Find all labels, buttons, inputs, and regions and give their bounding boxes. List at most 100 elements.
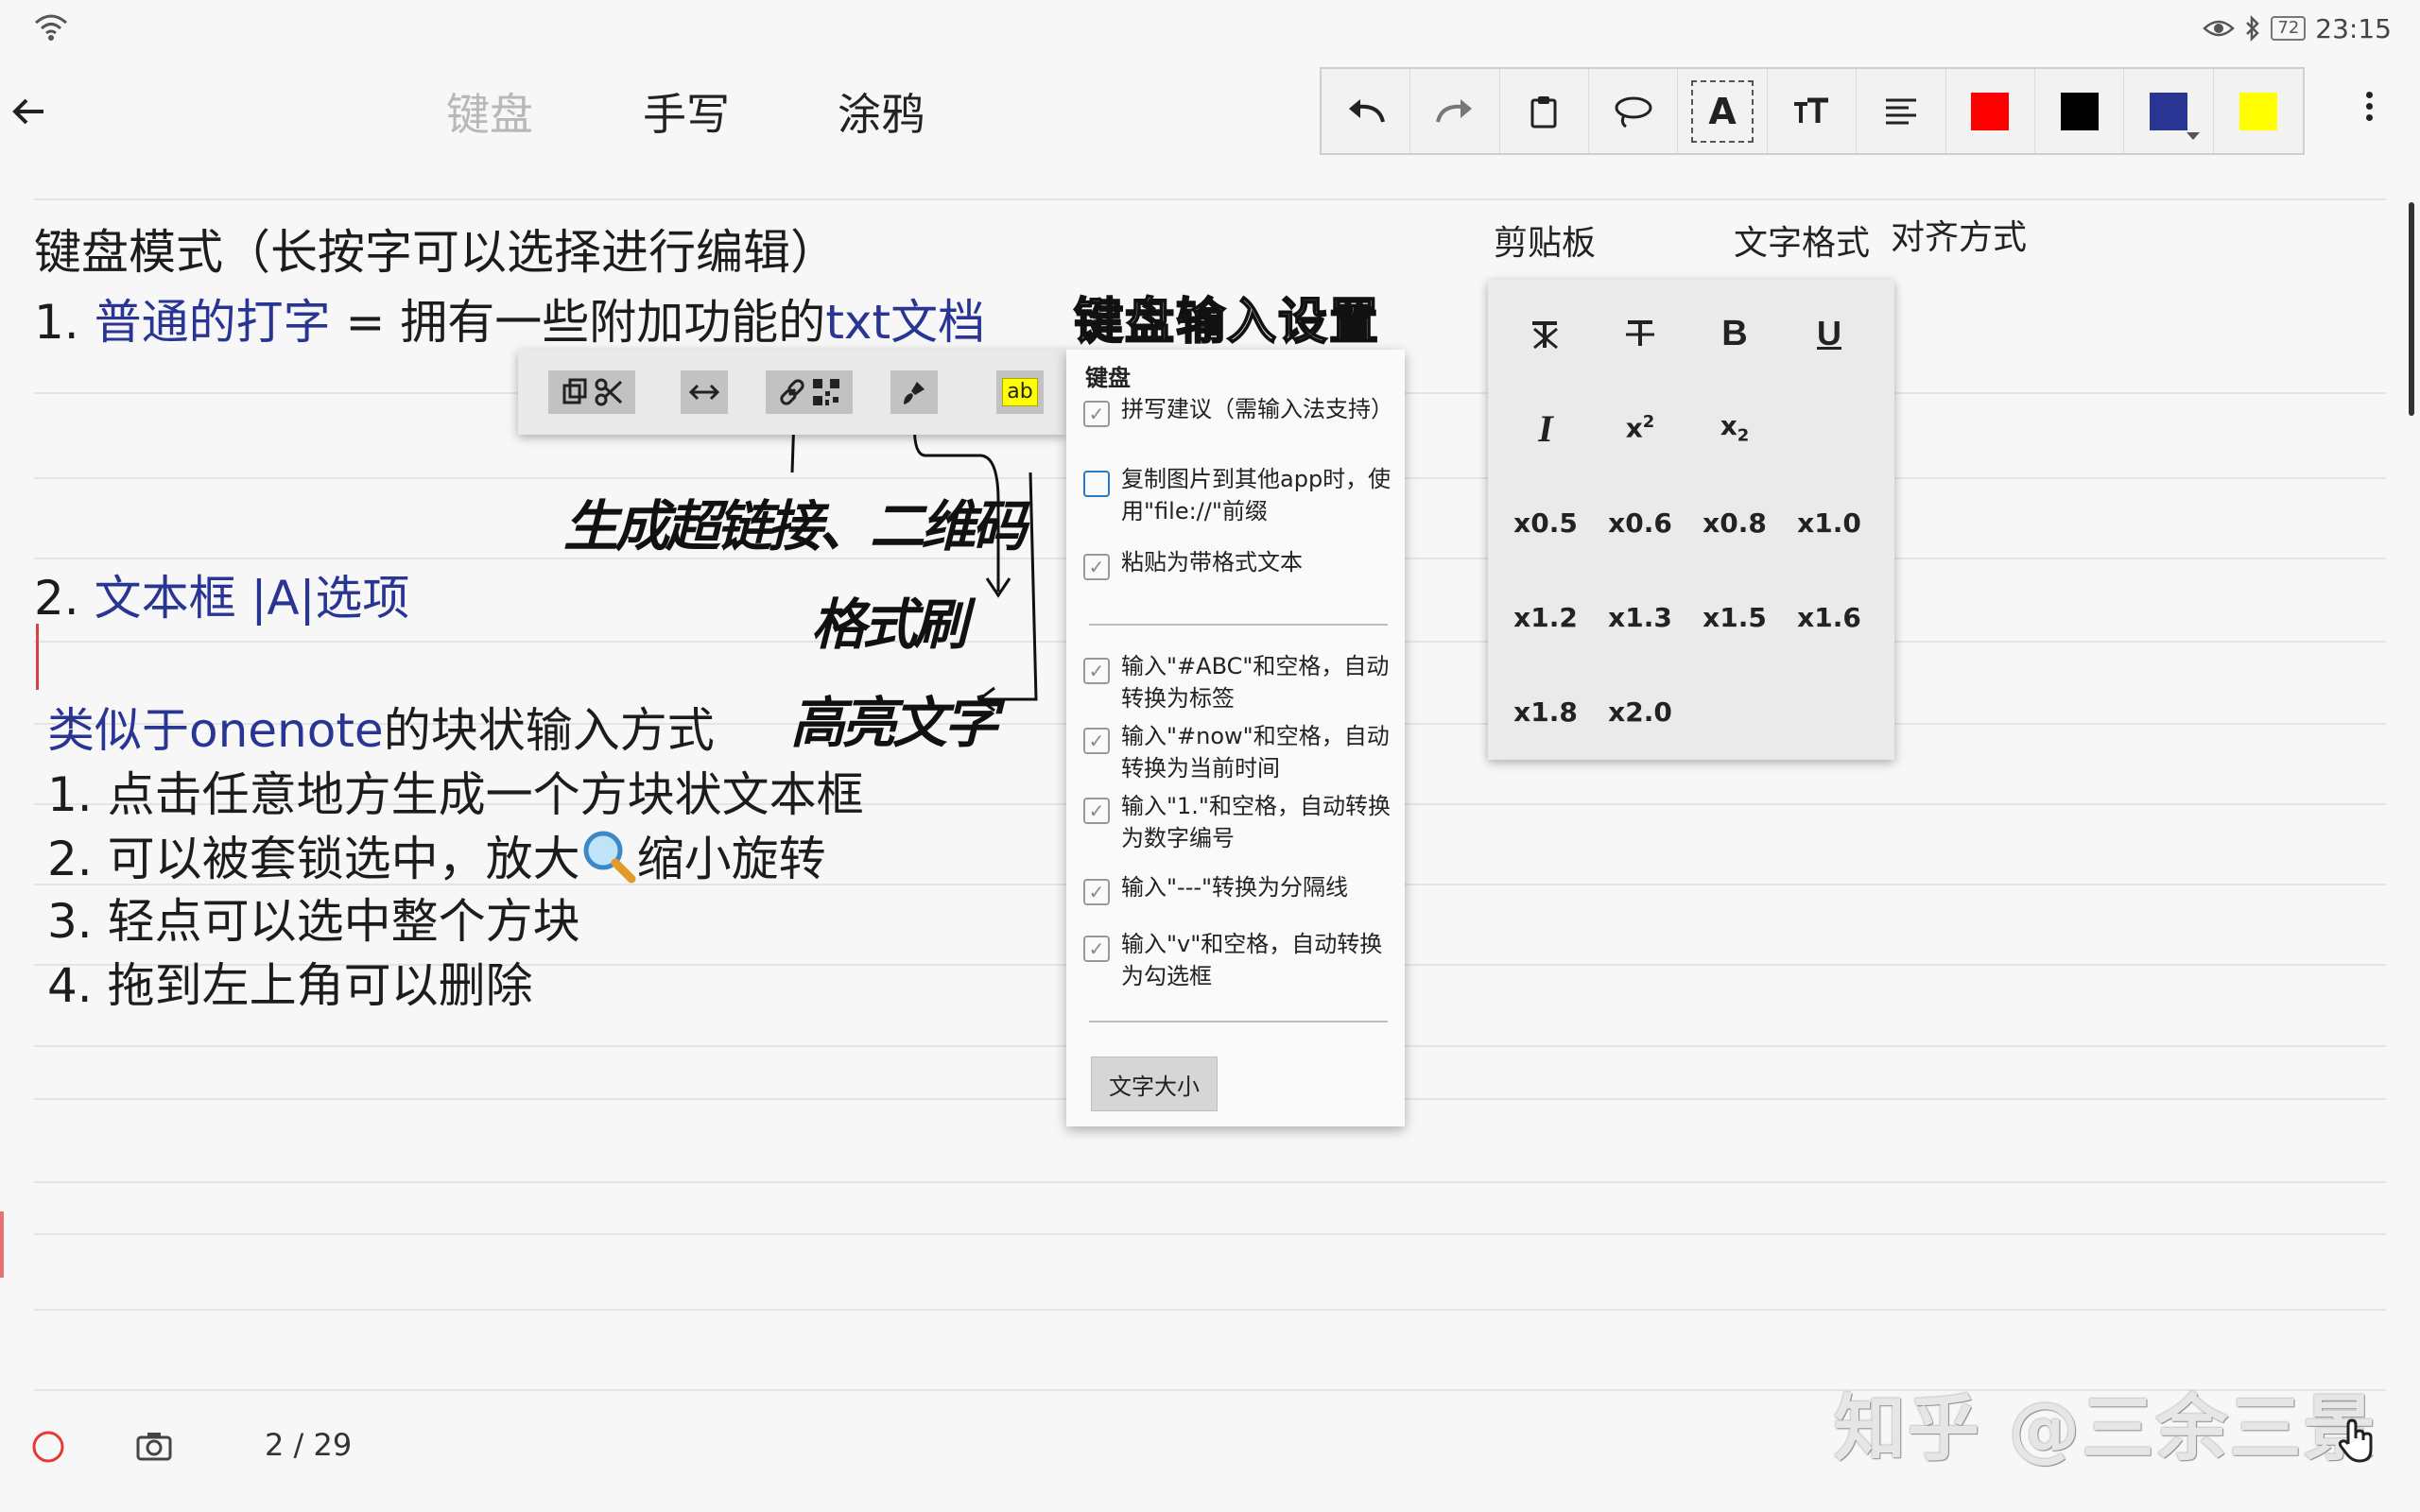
checkbox[interactable] (1083, 471, 1110, 497)
text-box-icon: A (1691, 79, 1754, 143)
underline-icon: U (1817, 314, 1841, 352)
toolbar: A (1320, 67, 2305, 155)
link-plain-typing[interactable]: 普通的打字 (95, 295, 331, 350)
option-label: 输入"v"和空格，自动转换为勾选框 (1121, 931, 1383, 989)
size-x0.6-button[interactable]: x0.6 (1598, 490, 1683, 556)
lasso-button[interactable] (1589, 69, 1679, 153)
auto-tag-option[interactable]: ✓ 输入"#ABC"和空格，自动转换为标签 (1083, 650, 1395, 714)
list-text: 缩小旋转 (636, 832, 826, 886)
highlight-button[interactable]: ab (996, 370, 1044, 414)
subscript-button[interactable]: x2 (1692, 395, 1777, 461)
checkbox[interactable]: ✓ (1083, 401, 1110, 427)
link-txt-doc[interactable]: txt文档 (825, 295, 985, 350)
file-prefix-option[interactable]: 复制图片到其他app时，使用"file://"前缀 (1083, 463, 1395, 527)
size-x1.2-button[interactable]: x1.2 (1503, 584, 1588, 650)
note-line-2[interactable]: 2. 文本框 |A|选项 (34, 569, 409, 627)
highlight-icon: ab (1002, 378, 1038, 406)
battery-icon: 72 (2271, 16, 2307, 41)
scissors-icon (595, 378, 623, 406)
auto-time-option[interactable]: ✓ 输入"#now"和空格，自动转换为当前时间 (1083, 720, 1395, 784)
page-indicator[interactable]: 2 / 29 (265, 1427, 352, 1463)
tab-handwrite[interactable]: 手写 (643, 80, 730, 143)
size-x1.5-button[interactable]: x1.5 (1692, 584, 1777, 650)
bold-button[interactable]: B (1692, 301, 1777, 367)
redo-icon (1436, 98, 1473, 123)
strikethrough-icon (1626, 320, 1654, 346)
list-item[interactable]: 3. 轻点可以选中整个方块 (47, 892, 580, 951)
checkbox[interactable]: ✓ (1083, 879, 1110, 905)
block-title-rest: 的块状输入方式 (383, 703, 715, 758)
record-icon[interactable] (30, 1429, 66, 1465)
italic-button[interactable]: I (1503, 395, 1588, 461)
color-blue-button[interactable] (2124, 69, 2214, 153)
touch-hand-icon (2338, 1418, 2373, 1463)
list-number: 2. (34, 571, 79, 626)
list-item[interactable]: 1. 点击任意地方生成一个方块状文本框 (47, 765, 864, 824)
underline-button[interactable]: U (1787, 301, 1872, 367)
auto-numbering-option[interactable]: ✓ 输入"1."和空格，自动转换为数字编号 (1083, 790, 1395, 854)
option-label: 复制图片到其他app时，使用"file://"前缀 (1121, 466, 1392, 524)
redo-button[interactable] (1410, 69, 1500, 153)
yellow-swatch (2238, 92, 2277, 130)
text-box-button[interactable]: A (1678, 69, 1768, 153)
color-yellow-button[interactable] (2214, 69, 2303, 153)
size-x1.6-button[interactable]: x1.6 (1787, 584, 1872, 650)
note-heading[interactable]: 键盘模式（长按字可以选择进行编辑） (34, 223, 838, 282)
link-onenote[interactable]: 类似于onenote (47, 703, 384, 758)
size-x0.5-button[interactable]: x0.5 (1503, 490, 1588, 556)
undo-button[interactable] (1322, 69, 1411, 153)
black-swatch (2060, 92, 2099, 130)
watermark: 知乎 @三余三景 (1834, 1386, 2377, 1470)
size-x2.0-button[interactable]: x2.0 (1598, 679, 1683, 745)
list-item[interactable]: 2. 可以被套锁选中，放大 缩小旋转 (47, 828, 826, 888)
auto-divider-option[interactable]: ✓ 输入"---"转换为分隔线 (1083, 871, 1395, 905)
text-size-icon (1794, 97, 1829, 123)
line1-text: = 拥有一些附加功能的 (330, 295, 826, 350)
strikethrough-button[interactable] (1598, 301, 1683, 367)
wifi-icon (35, 14, 67, 41)
paste-formatted-option[interactable]: ✓ 粘贴为带格式文本 (1083, 546, 1395, 580)
copy-cut-button[interactable] (548, 370, 635, 414)
auto-checkbox-option[interactable]: ✓ 输入"v"和空格，自动转换为勾选框 (1083, 928, 1395, 992)
superscript-button[interactable]: x2 (1598, 395, 1683, 461)
size-x0.8-button[interactable]: x0.8 (1692, 490, 1777, 556)
clear-format-icon (1532, 321, 1558, 350)
expand-selection-button[interactable] (681, 370, 728, 414)
more-options-button[interactable] (2360, 87, 2378, 134)
scrollbar[interactable] (2409, 202, 2414, 416)
clear-format-button[interactable] (1503, 301, 1588, 367)
link-qrcode-button[interactable] (766, 370, 853, 414)
checkbox[interactable]: ✓ (1083, 728, 1110, 754)
tab-keyboard[interactable]: 键盘 (446, 80, 533, 143)
align-left-icon (1885, 98, 1916, 124)
option-label: 输入"#ABC"和空格，自动转换为标签 (1121, 653, 1390, 712)
block-title[interactable]: 类似于onenote的块状输入方式 (47, 701, 715, 760)
spellcheck-option[interactable]: ✓ 拼写建议（需输入法支持） (1083, 393, 1395, 427)
text-size-button[interactable] (1768, 69, 1858, 153)
camera-icon[interactable] (136, 1431, 172, 1461)
size-x1.3-button[interactable]: x1.3 (1598, 584, 1683, 650)
clipboard-button[interactable] (1500, 69, 1590, 153)
list-number: 1. (34, 295, 79, 350)
align-button[interactable] (1857, 69, 1946, 153)
format-painter-button[interactable] (890, 370, 938, 414)
size-x1.0-button[interactable]: x1.0 (1787, 490, 1872, 556)
back-button[interactable] (9, 83, 47, 140)
note-line-1[interactable]: 1. 普通的打字 = 拥有一些附加功能的txt文档 (34, 293, 985, 352)
superscript-icon: x2 (1625, 412, 1655, 444)
color-black-button[interactable] (2035, 69, 2125, 153)
option-label: 输入"---"转换为分隔线 (1121, 874, 1349, 901)
list-item[interactable]: 4. 拖到左上角可以删除 (47, 956, 533, 1015)
ruled-line (34, 1181, 2386, 1183)
checkbox[interactable]: ✓ (1083, 798, 1110, 824)
checkbox[interactable]: ✓ (1083, 554, 1110, 580)
color-red-button[interactable] (1946, 69, 2035, 153)
checkbox[interactable]: ✓ (1083, 658, 1110, 684)
clock: 23:15 (2315, 12, 2392, 44)
checkbox[interactable]: ✓ (1083, 936, 1110, 962)
text-size-settings-button[interactable]: 文字大小 (1091, 1057, 1218, 1111)
tab-doodle[interactable]: 涂鸦 (838, 80, 925, 143)
italic-icon: I (1538, 406, 1553, 450)
size-x1.8-button[interactable]: x1.8 (1503, 679, 1588, 745)
list-text: 拖到左上角可以删除 (107, 958, 533, 1013)
